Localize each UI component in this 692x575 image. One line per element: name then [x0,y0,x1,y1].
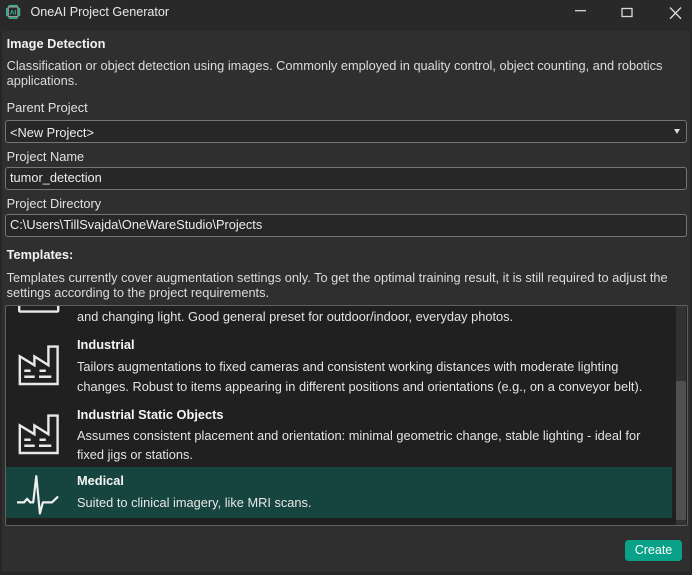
svg-text:AI: AI [10,9,17,16]
